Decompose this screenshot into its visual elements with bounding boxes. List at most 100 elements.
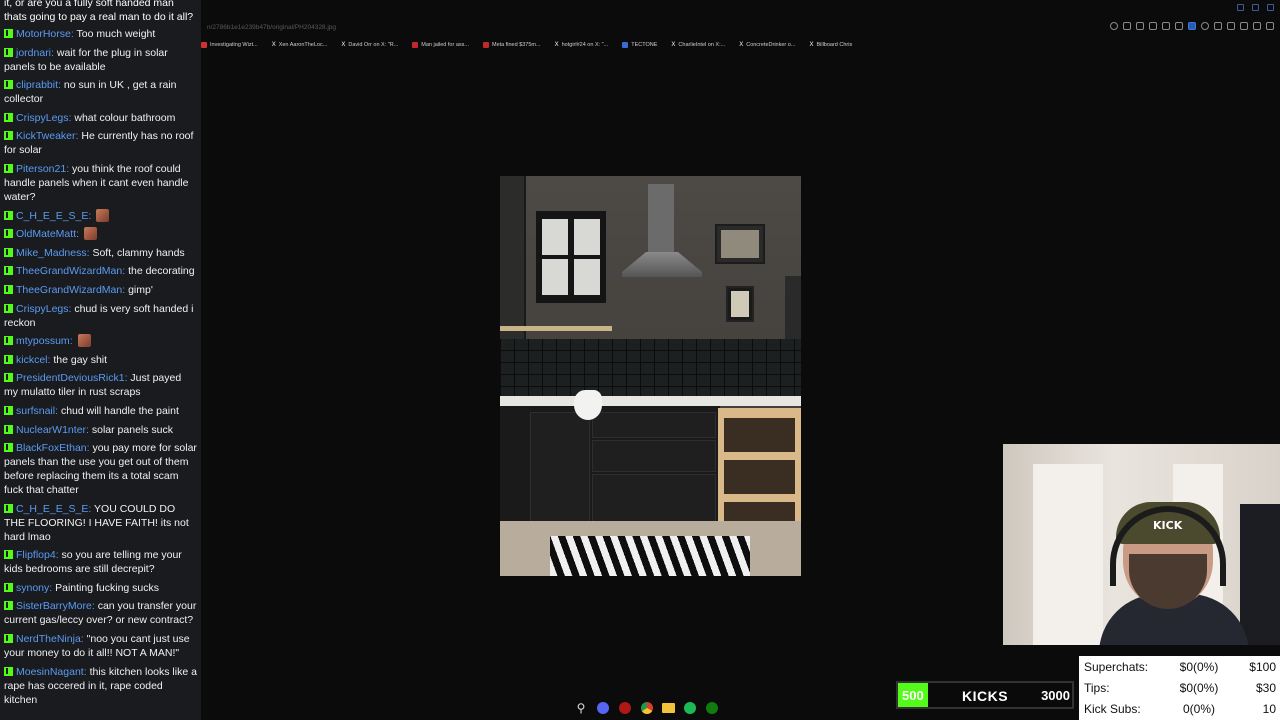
extension-icon[interactable] bbox=[1136, 22, 1144, 30]
bookmark-item[interactable]: X ConcreteDrinker o... bbox=[739, 40, 795, 50]
chat-username[interactable]: jordnari bbox=[16, 47, 51, 59]
chat-message: MotorHorse: Too much weight bbox=[4, 27, 197, 41]
bookmark-item[interactable]: Meta fined $375m... bbox=[482, 40, 541, 50]
stat-row: Kick Subs: 0(0%) 10 bbox=[1079, 699, 1280, 719]
file-explorer-icon[interactable] bbox=[662, 703, 675, 713]
chat-text: chud will handle the paint bbox=[60, 404, 179, 417]
extension-icon[interactable] bbox=[1201, 22, 1209, 30]
bookmark-label: Investigating Wizt... bbox=[210, 42, 258, 48]
bookmark-item[interactable]: Man jailed for ass... bbox=[412, 40, 469, 50]
chat-username[interactable]: MotorHorse bbox=[16, 28, 71, 40]
chat-username[interactable]: NuclearW1nter bbox=[16, 424, 86, 436]
bookmark-label: TECTONE bbox=[631, 42, 658, 48]
minimize-icon[interactable] bbox=[1237, 4, 1244, 11]
browser-toolbar bbox=[1110, 22, 1274, 30]
bookmark-item[interactable]: X CharlieIntel on X:... bbox=[671, 40, 725, 50]
bookmark-icon bbox=[412, 42, 419, 48]
spotify-icon[interactable] bbox=[684, 702, 696, 714]
chat-separator: : bbox=[88, 209, 95, 222]
kick-badge-icon bbox=[4, 582, 13, 592]
copy-icon[interactable] bbox=[1214, 22, 1222, 30]
chat-username[interactable]: BlackFoxEthan bbox=[16, 442, 87, 454]
xbox-icon[interactable] bbox=[706, 702, 718, 714]
stat-row: Tips: $0(0%) $30 bbox=[1079, 678, 1280, 698]
chat-username[interactable]: KickTweaker bbox=[16, 130, 76, 142]
chat-username[interactable]: TheeGrandWizardMan bbox=[16, 265, 122, 277]
chat-message: Piterson21: you think the roof could han… bbox=[4, 162, 197, 204]
kitchen-image bbox=[500, 176, 801, 576]
chat-username[interactable]: Mike_Madness bbox=[16, 247, 87, 259]
chat-username[interactable]: kickcel bbox=[16, 354, 48, 366]
search-icon[interactable]: ⚲ bbox=[573, 700, 589, 716]
bookmark-label: Meta fined $375m... bbox=[491, 42, 541, 48]
play-icon[interactable] bbox=[1162, 22, 1170, 30]
chat-text: gimp' bbox=[128, 283, 153, 296]
stat-label: Kick Subs: bbox=[1084, 702, 1141, 716]
menu-icon[interactable] bbox=[1266, 22, 1274, 30]
address-bar[interactable]: n/2786b1e1e239b47b/original/PH204328.jpg bbox=[201, 20, 901, 36]
chat-message: BlackFoxEthan: you pay more for solar pa… bbox=[4, 441, 197, 497]
chat-username[interactable]: PresidentDeviousRick1 bbox=[16, 372, 125, 384]
maximize-icon[interactable] bbox=[1252, 4, 1259, 11]
discord-icon[interactable] bbox=[597, 702, 609, 714]
bookmark-label: Xen AaronTheLoc... bbox=[278, 42, 328, 48]
bookmark-item[interactable]: X Xen AaronTheLoc... bbox=[272, 40, 328, 50]
chat-username[interactable]: Flipflop4 bbox=[16, 549, 56, 561]
chat-username[interactable]: NerdTheNinja bbox=[16, 633, 81, 645]
chat-message: CrispyLegs: what colour bathroom bbox=[4, 111, 197, 125]
chat-username[interactable]: mtypossum bbox=[16, 335, 70, 347]
taskbar: ⚲ bbox=[552, 698, 720, 718]
chrome-icon[interactable] bbox=[641, 702, 653, 714]
stat-value: $0(0%) bbox=[1179, 660, 1219, 674]
chat-username[interactable]: surfsnail bbox=[16, 405, 55, 417]
chat-separator: : bbox=[69, 335, 76, 348]
kicks-goal-start: 500 bbox=[902, 688, 924, 703]
chat-username[interactable]: MoesinNagant bbox=[16, 666, 84, 678]
chat-username[interactable]: OldMateMatt bbox=[16, 228, 76, 240]
chat-username[interactable]: Piterson21 bbox=[16, 163, 66, 175]
kick-badge-icon bbox=[4, 247, 13, 257]
chat-username[interactable]: synony bbox=[16, 582, 49, 594]
zoom-icon[interactable] bbox=[1110, 22, 1118, 30]
windows-start-icon[interactable] bbox=[554, 703, 565, 714]
chat-message: TheeGrandWizardMan: gimp' bbox=[4, 283, 197, 297]
x-icon: X bbox=[554, 42, 559, 48]
red-app-icon[interactable] bbox=[619, 702, 631, 714]
kick-badge-icon bbox=[4, 131, 13, 141]
emote-icon bbox=[77, 334, 91, 348]
kick-badge-icon bbox=[4, 29, 13, 38]
kick-badge-icon bbox=[4, 80, 13, 90]
chat-username[interactable]: C_H_E_E_S_E bbox=[16, 210, 88, 222]
chat-username[interactable]: SisterBarryMore bbox=[16, 600, 92, 612]
bookmark-label: hotgirl#24 on X: "... bbox=[561, 42, 609, 48]
speaker-icon[interactable] bbox=[1188, 22, 1196, 30]
bookmark-item[interactable]: TECTONE bbox=[622, 40, 657, 50]
browser-chrome: n/2786b1e1e239b47b/original/PH204328.jpg… bbox=[201, 0, 1280, 55]
bookmark-item[interactable]: Xhotgirl#24 on X: "... bbox=[555, 40, 609, 50]
bookmarks-bar: Investigating Wizt... X Xen AaronTheLoc...… bbox=[201, 40, 852, 50]
chat-username[interactable]: CrispyLegs bbox=[16, 112, 69, 124]
chat-text: Too much weight bbox=[76, 28, 156, 40]
chat-message: mtypossum: bbox=[4, 334, 197, 348]
bookmark-star-icon[interactable] bbox=[1175, 22, 1183, 30]
x-icon: X bbox=[341, 42, 346, 48]
stat-value: 0(0%) bbox=[1182, 702, 1215, 716]
kick-badge-icon bbox=[4, 266, 13, 276]
bookmark-label: David Orr on X: "R... bbox=[348, 42, 399, 48]
kick-badge-icon bbox=[4, 163, 13, 173]
extension-icon[interactable] bbox=[1123, 22, 1131, 30]
kick-badge-icon bbox=[4, 424, 13, 434]
bookmark-item[interactable]: X David Orr on X: "R... bbox=[341, 40, 398, 50]
chat-username[interactable]: TheeGrandWizardMan bbox=[16, 284, 122, 296]
chat-username[interactable]: C_H_E_E_S_E bbox=[16, 503, 88, 515]
bookmark-item[interactable]: Investigating Wizt... bbox=[201, 40, 258, 50]
close-icon[interactable] bbox=[1267, 4, 1274, 11]
shield-icon[interactable] bbox=[1149, 22, 1157, 30]
chat-username[interactable]: CrispyLegs bbox=[16, 303, 69, 315]
chat-username[interactable]: cliprabbit bbox=[16, 79, 58, 91]
download-icon[interactable] bbox=[1227, 22, 1235, 30]
ai-icon[interactable] bbox=[1253, 22, 1261, 30]
chat-text: what colour bathroom bbox=[74, 111, 176, 124]
bookmark-item[interactable]: X Billboard Chris bbox=[809, 40, 852, 50]
settings-icon[interactable] bbox=[1240, 22, 1248, 30]
